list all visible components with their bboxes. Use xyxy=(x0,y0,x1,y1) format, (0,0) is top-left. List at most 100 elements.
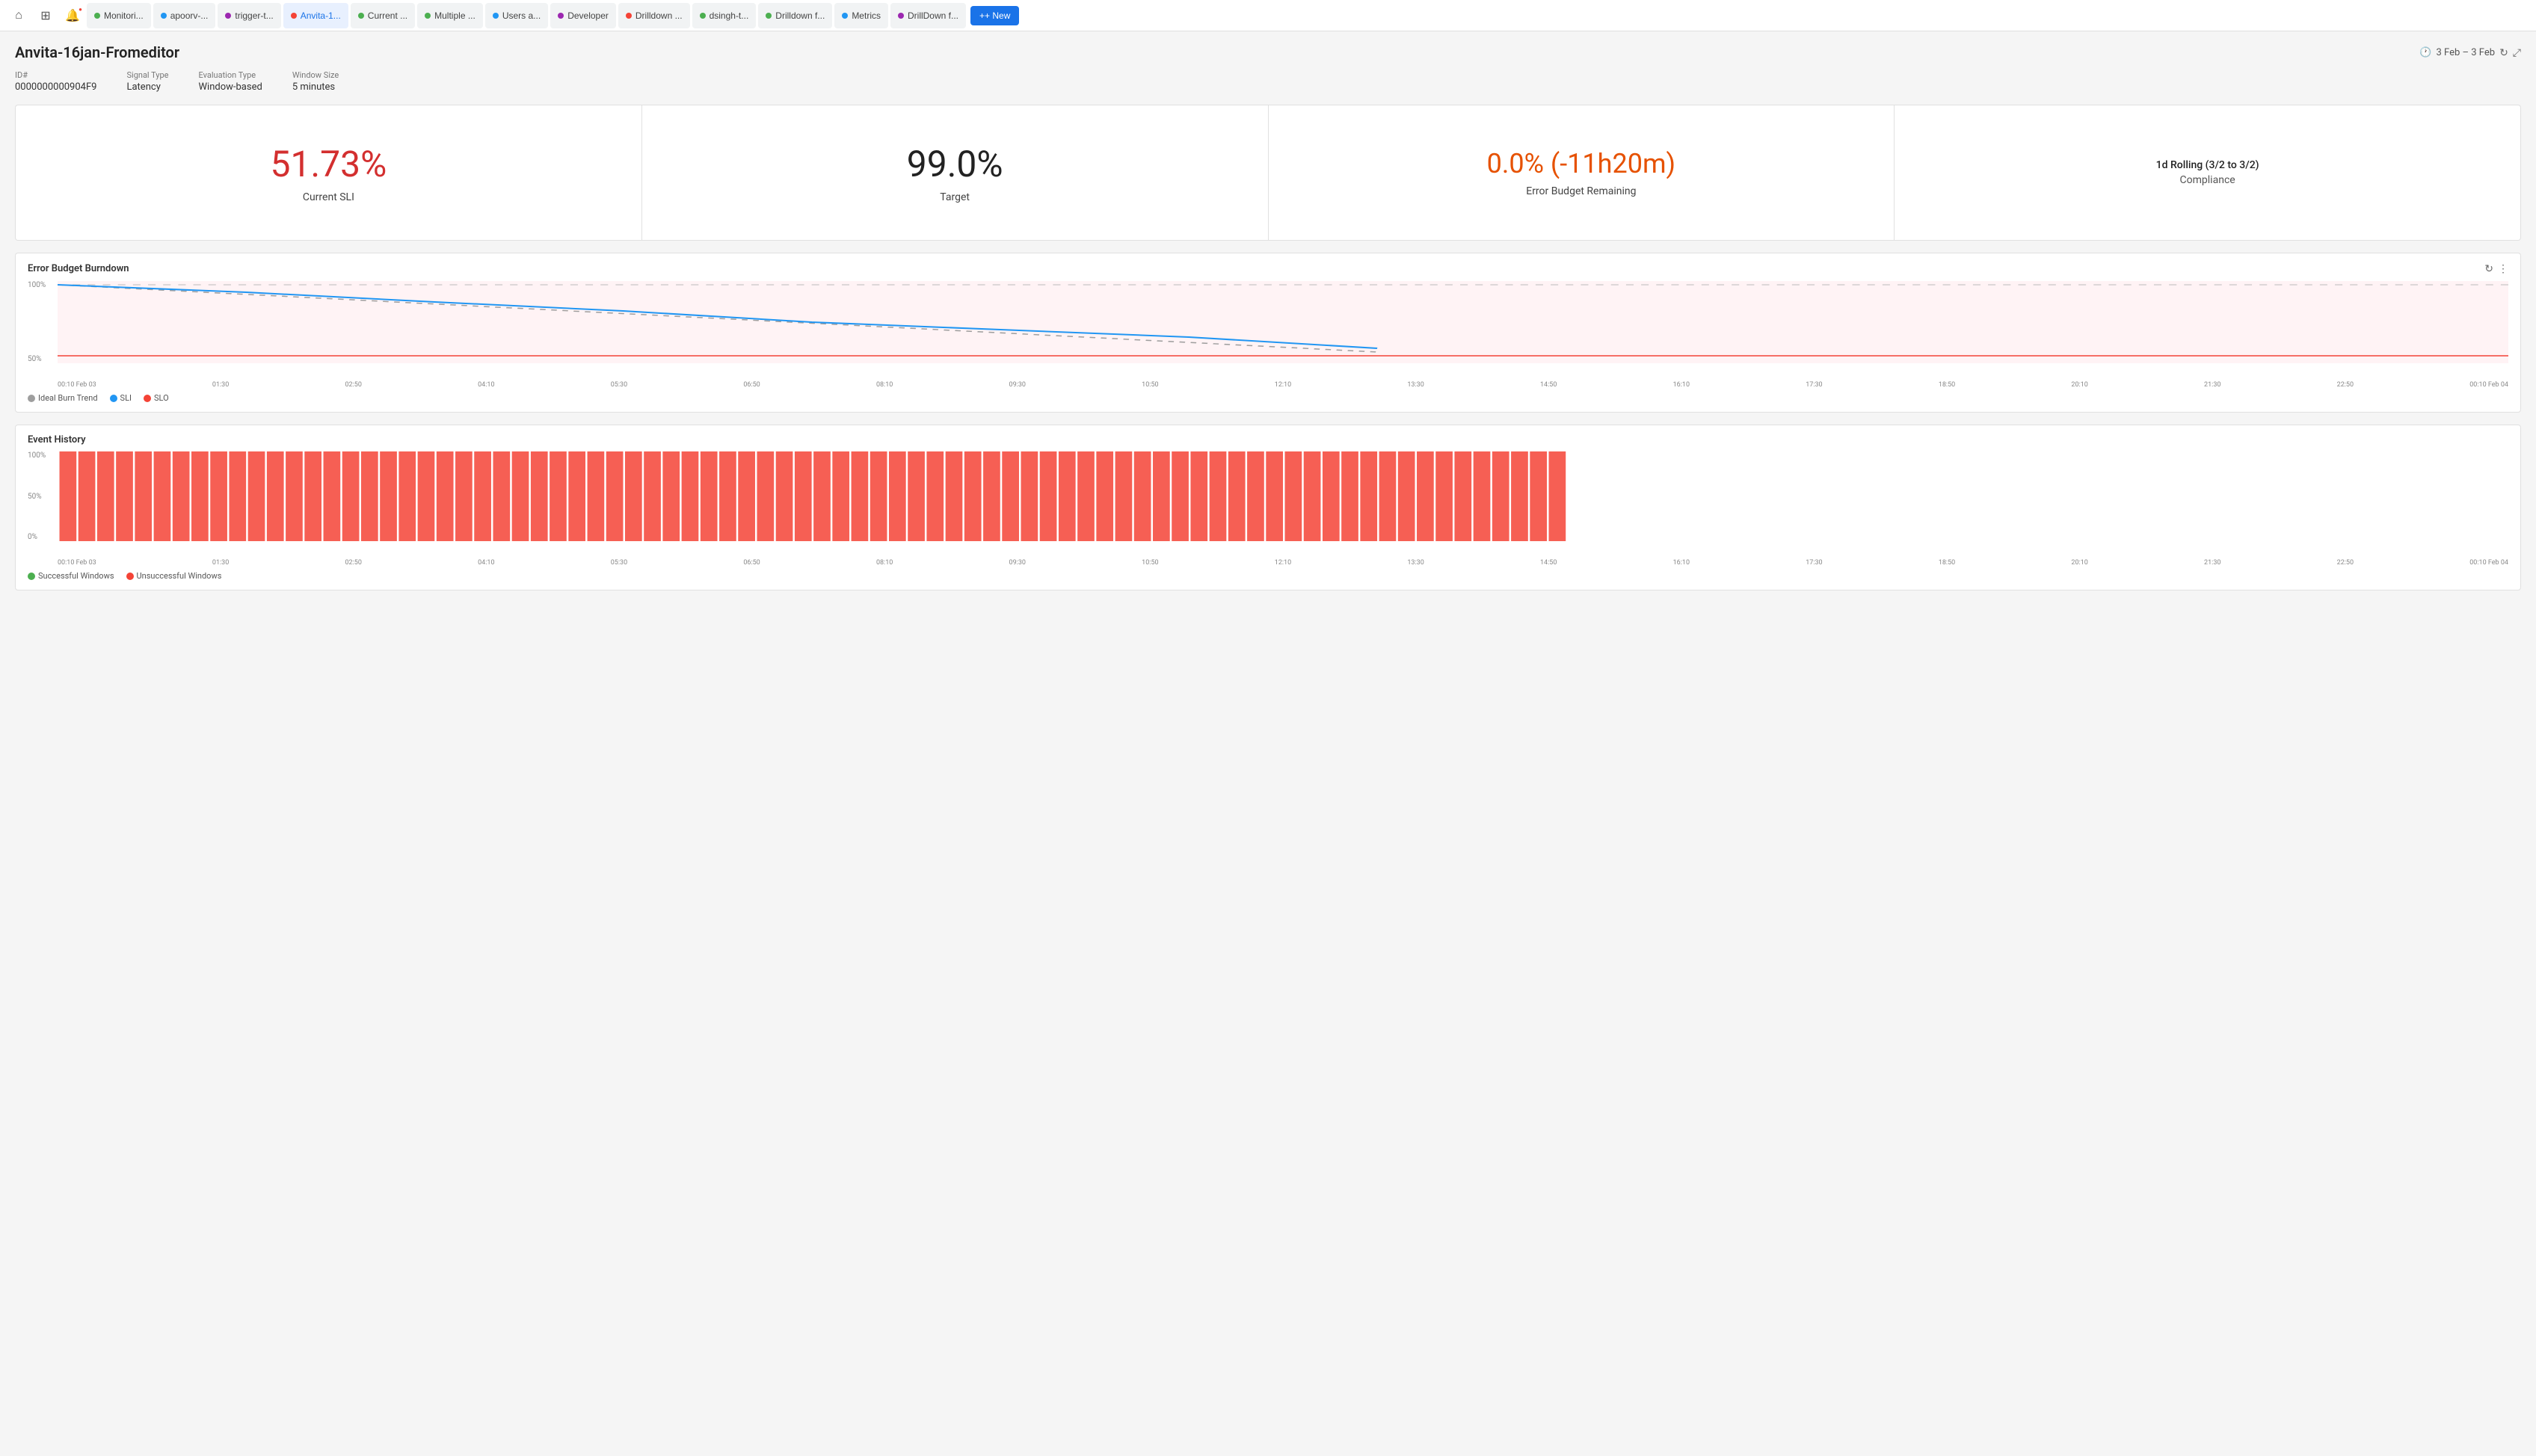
tab-apoorv[interactable]: apoorv-... xyxy=(153,3,216,28)
tab-trigger-t[interactable]: trigger-t... xyxy=(218,3,280,28)
kpi-compliance: 1d Rolling (3/2 to 3/2) Compliance xyxy=(1895,105,2520,240)
event-history-svg xyxy=(58,451,2508,541)
target-value: 99.0% xyxy=(907,143,1003,185)
tab-label: Multiple ... xyxy=(434,10,476,21)
page-header: Anvita-16jan-Fromeditor 🕐 3 Feb – 3 Feb … xyxy=(15,43,2521,61)
id-label: ID# xyxy=(15,70,96,80)
error-budget-actions: ↻ ⋮ xyxy=(2484,262,2508,275)
tab-anvita-1[interactable]: Anvita-1... xyxy=(283,3,348,28)
target-label: Target xyxy=(940,191,970,203)
current-sli-label: Current SLI xyxy=(303,191,354,203)
event-history-y-labels: 100% 50% 0% xyxy=(28,451,56,541)
meta-row: ID# 0000000000904F9 Signal Type Latency … xyxy=(15,70,2521,93)
error-budget-section: Error Budget Burndown ↻ ⋮ 100% 50% xyxy=(15,253,2521,413)
tab-dot xyxy=(493,13,499,19)
current-sli-value: 51.73% xyxy=(271,143,387,185)
tab-drilldown-f2[interactable]: DrillDown f... xyxy=(890,3,966,28)
eval-type-value: Window-based xyxy=(199,81,262,93)
main-content: Anvita-16jan-Fromeditor 🕐 3 Feb – 3 Feb … xyxy=(0,31,2536,1456)
new-button[interactable]: + + New xyxy=(970,6,1019,25)
error-budget-refresh-button[interactable]: ↻ xyxy=(2484,262,2493,275)
legend-unsuccessful: Unsuccessful Windows xyxy=(126,571,222,581)
error-budget-header: Error Budget Burndown ↻ ⋮ xyxy=(28,262,2508,275)
window-size-value: 5 minutes xyxy=(292,81,335,93)
tab-users-a[interactable]: Users a... xyxy=(485,3,548,28)
tab-label: Drilldown ... xyxy=(635,10,683,21)
tab-drilldown1[interactable]: Drilldown ... xyxy=(618,3,690,28)
refresh-date-button[interactable]: ↻ xyxy=(2499,46,2508,59)
tab-label: Current ... xyxy=(368,10,407,21)
error-budget-title: Error Budget Burndown xyxy=(28,263,129,274)
tab-label: apoorv-... xyxy=(170,10,209,21)
tab-monitoring[interactable]: Monitori... xyxy=(87,3,151,28)
tab-drilldown-f[interactable]: Drilldown f... xyxy=(758,3,832,28)
kpi-current-sli: 51.73% Current SLI xyxy=(16,105,641,240)
error-budget-label: Error Budget Remaining xyxy=(1526,185,1636,197)
error-budget-menu-button[interactable]: ⋮ xyxy=(2498,262,2508,275)
tab-dot xyxy=(558,13,564,19)
successful-dot xyxy=(28,573,35,580)
error-budget-x-labels: 00:10 Feb 03 01:30 02:50 04:10 05:30 06:… xyxy=(58,381,2508,389)
compliance-subtitle: 1d Rolling (3/2 to 3/2) xyxy=(2156,159,2259,171)
new-icon: + xyxy=(979,10,985,21)
tab-label: Anvita-1... xyxy=(301,10,341,21)
compliance-label: Compliance xyxy=(2180,174,2235,186)
tab-dot xyxy=(700,13,706,19)
tab-label: Drilldown f... xyxy=(775,10,825,21)
error-budget-value: 0.0% (-11h20m) xyxy=(1487,148,1675,179)
window-size-meta: Window Size 5 minutes xyxy=(292,70,339,93)
ideal-burn-dot xyxy=(28,395,35,402)
event-history-chart-area: 100% 50% 0% xyxy=(28,451,2508,556)
window-size-label: Window Size xyxy=(292,70,339,80)
tab-dot xyxy=(94,13,100,19)
tab-developer[interactable]: Developer xyxy=(550,3,616,28)
tab-dot xyxy=(766,13,772,19)
eval-type-meta: Evaluation Type Window-based xyxy=(199,70,262,93)
event-history-header: Event History xyxy=(28,434,2508,445)
tab-dsingh-t[interactable]: dsingh-t... xyxy=(692,3,757,28)
signal-type-meta: Signal Type Latency xyxy=(126,70,168,93)
expand-date-button[interactable]: ⤢ xyxy=(2513,46,2521,59)
tab-current[interactable]: Current ... xyxy=(351,3,415,28)
sli-dot xyxy=(110,395,117,402)
tab-dot xyxy=(358,13,364,19)
tab-multiple[interactable]: Multiple ... xyxy=(417,3,483,28)
signal-type-label: Signal Type xyxy=(126,70,168,80)
page-title: Anvita-16jan-Fromeditor xyxy=(15,43,179,61)
event-history-plot xyxy=(58,451,2508,541)
tab-dot xyxy=(161,13,167,19)
tab-label: Monitori... xyxy=(104,10,144,21)
top-nav: ⌂ ⊞ 🔔● Monitori... apoorv-... trigger-t...… xyxy=(0,0,2536,31)
tab-label: trigger-t... xyxy=(235,10,273,21)
event-history-x-labels: 00:10 Feb 03 01:30 02:50 04:10 05:30 06:… xyxy=(58,559,2508,567)
event-history-legend: Successful Windows Unsuccessful Windows xyxy=(28,571,2508,581)
tab-dot xyxy=(225,13,231,19)
error-budget-legend: Ideal Burn Trend SLI SLO xyxy=(28,393,2508,403)
tab-label: DrillDown f... xyxy=(908,10,958,21)
error-budget-chart-area: 100% 50% xyxy=(28,281,2508,378)
error-budget-plot xyxy=(58,281,2508,363)
tab-label: dsingh-t... xyxy=(710,10,749,21)
tab-metrics[interactable]: Metrics xyxy=(834,3,888,28)
kpi-target: 99.0% Target xyxy=(642,105,1268,240)
id-meta: ID# 0000000000904F9 xyxy=(15,70,96,93)
legend-sli: SLI xyxy=(110,393,132,403)
event-history-title: Event History xyxy=(28,434,86,445)
home-button[interactable]: ⌂ xyxy=(6,3,31,28)
eval-type-label: Evaluation Type xyxy=(199,70,262,80)
date-range: 🕐 3 Feb – 3 Feb ↻ ⤢ xyxy=(2419,46,2521,59)
id-value: 0000000000904F9 xyxy=(15,81,96,93)
tab-dot xyxy=(898,13,904,19)
tab-dot xyxy=(291,13,297,19)
alert-button[interactable]: 🔔● xyxy=(60,3,85,28)
calendar-icon: 🕐 xyxy=(2419,47,2431,58)
tab-dot xyxy=(842,13,848,19)
tab-dot xyxy=(626,13,632,19)
kpi-error-budget: 0.0% (-11h20m) Error Budget Remaining xyxy=(1269,105,1895,240)
kpi-grid: 51.73% Current SLI 99.0% Target 0.0% (-1… xyxy=(15,105,2521,241)
unsuccessful-dot xyxy=(126,573,134,580)
legend-ideal-burn: Ideal Burn Trend xyxy=(28,393,98,403)
grid-button[interactable]: ⊞ xyxy=(33,3,58,28)
slo-dot xyxy=(144,395,151,402)
tab-label: Metrics xyxy=(852,10,881,21)
